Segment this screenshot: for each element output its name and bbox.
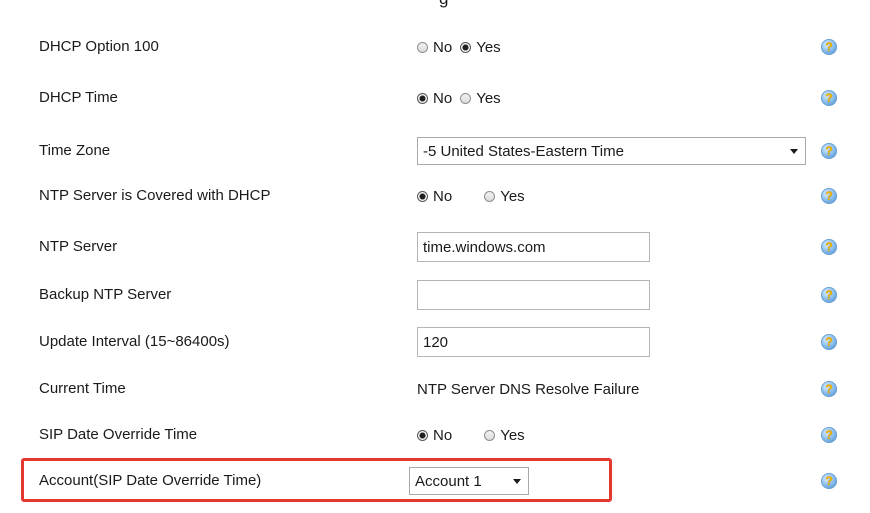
ntp-server-label: NTP Server [39,238,118,255]
dhcp-option-100-no-radio[interactable] [417,41,428,53]
ntp-covered-dhcp-no-option[interactable]: No [417,188,452,205]
sip-date-override-time-no-label: No [433,426,453,444]
row-dhcp-option-100: DHCP Option 100 No Yes ? [0,32,870,62]
help-icon[interactable]: ? [821,39,837,55]
dhcp-time-no-option[interactable]: No [417,90,452,107]
row-dhcp-time: DHCP Time No Yes ? [0,83,870,113]
help-icon[interactable]: ? [821,239,837,255]
dhcp-time-yes-radio[interactable] [460,92,472,104]
ntp-covered-dhcp-no-radio[interactable] [417,190,428,202]
help-icon[interactable]: ? [821,90,837,106]
ntp-covered-dhcp-yes-radio[interactable] [484,190,496,202]
help-icon[interactable]: ? [821,287,837,303]
help-icon[interactable]: ? [821,143,837,159]
dhcp-time-label: DHCP Time [39,89,118,106]
current-time-control: NTP Server DNS Resolve Failure [417,374,639,404]
row-time-zone: Time Zone -5 United States-Eastern Time … [0,136,870,166]
ntp-server-control [417,232,650,262]
highlight-frame [21,458,612,502]
ntp-server-input[interactable] [417,232,650,262]
sip-date-override-time-yes-radio[interactable] [484,429,496,441]
sip-date-override-time-radio-group: No Yes [417,420,525,450]
help-icon[interactable]: ? [821,188,837,204]
ntp-covered-dhcp-radio-group: No Yes [417,181,525,211]
ntp-covered-dhcp-label: NTP Server is Covered with DHCP [39,187,271,204]
dhcp-option-100-no-label: No [433,38,453,56]
update-interval-label: Update Interval (15~86400s) [39,333,230,350]
row-backup-ntp-server: Backup NTP Server ? [0,280,870,310]
dhcp-time-radio-group: No Yes [417,83,501,113]
help-icon[interactable]: ? [821,427,837,443]
cropped-heading-fragment: g [439,0,448,9]
backup-ntp-server-label: Backup NTP Server [39,286,172,303]
time-zone-select[interactable]: -5 United States-Eastern Time [417,137,806,165]
dhcp-time-no-radio[interactable] [417,92,428,104]
row-ntp-covered-dhcp: NTP Server is Covered with DHCP No Yes ? [0,181,870,211]
backup-ntp-server-control [417,280,650,310]
update-interval-control [417,327,650,357]
help-icon[interactable]: ? [821,473,837,489]
backup-ntp-server-input[interactable] [417,280,650,310]
time-zone-label: Time Zone [39,142,111,159]
sip-date-override-time-yes-option[interactable]: Yes [484,426,525,444]
dhcp-time-no-label: No [433,89,453,107]
chevron-down-icon [790,149,798,154]
dhcp-option-100-yes-option[interactable]: Yes [460,38,501,56]
row-sip-date-override-time: SIP Date Override Time No Yes ? [0,420,870,450]
sip-date-override-time-no-option[interactable]: No [417,427,452,444]
dhcp-option-100-label: DHCP Option 100 [39,38,159,55]
dhcp-time-yes-option[interactable]: Yes [460,89,501,107]
current-time-value: NTP Server DNS Resolve Failure [417,380,640,398]
dhcp-option-100-yes-radio[interactable] [460,41,472,53]
sip-date-override-time-label: SIP Date Override Time [39,426,198,443]
ntp-covered-dhcp-no-label: No [433,187,453,205]
row-ntp-server: NTP Server ? [0,232,870,262]
current-time-label: Current Time [39,380,126,397]
ntp-covered-dhcp-yes-option[interactable]: Yes [484,187,525,205]
time-zone-selected-value: -5 United States-Eastern Time [423,142,624,160]
dhcp-option-100-radio-group: No Yes [417,32,501,62]
row-update-interval: Update Interval (15~86400s) ? [0,327,870,357]
update-interval-input[interactable] [417,327,650,357]
sip-date-override-time-no-radio[interactable] [417,429,428,441]
sip-date-override-time-yes-label: Yes [500,426,525,444]
dhcp-time-yes-label: Yes [476,89,501,107]
dhcp-option-100-no-option[interactable]: No [417,39,452,56]
help-icon[interactable]: ? [821,381,837,397]
dhcp-option-100-yes-label: Yes [476,38,501,56]
settings-page: g DHCP Option 100 No Yes ? DHCP Time No [0,0,870,513]
help-icon[interactable]: ? [821,334,837,350]
row-current-time: Current Time NTP Server DNS Resolve Fail… [0,374,870,404]
time-zone-control: -5 United States-Eastern Time [417,136,806,166]
ntp-covered-dhcp-yes-label: Yes [500,187,525,205]
